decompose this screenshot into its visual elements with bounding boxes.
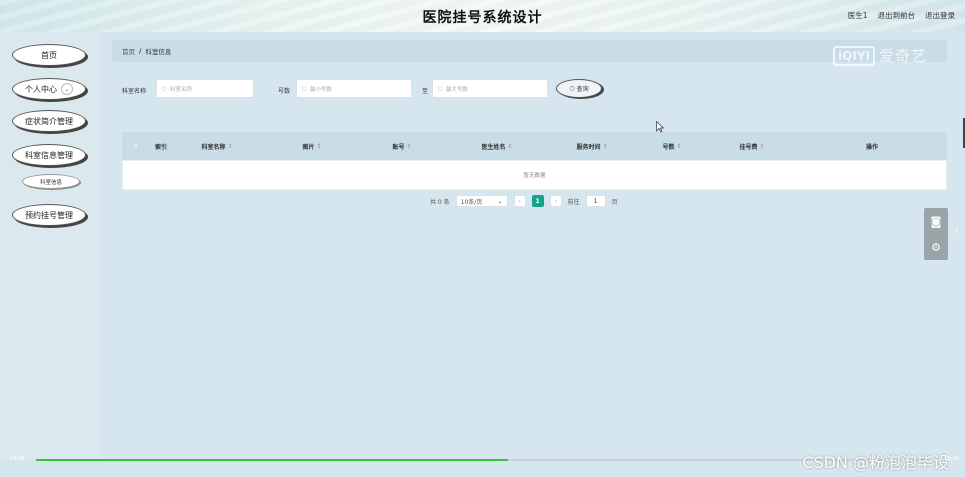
department-name-input[interactable]: ○ 科室名称 [156,79,254,98]
progress-fill [36,459,508,461]
empty-text: 暂无数据 [523,173,546,179]
sort-icon[interactable]: ⇕ [676,143,681,150]
count-label: 号数 [278,88,291,95]
sidebar-subitem-department-info[interactable]: 科室信息 [22,174,80,189]
breadcrumb-current: 科室信息 [145,48,172,56]
breadcrumb: 首页 / 科室信息 [112,40,947,62]
column-label: 索引 [154,143,167,151]
goto-prefix: 前往 [567,198,580,206]
column-label: 账号 [392,143,405,151]
total-count: 共 0 条 [430,198,450,206]
logout-link[interactable]: 退出登录 [925,10,955,21]
camera-icon[interactable]: ◙ [931,215,942,228]
table-header: 索引 科室名称 ⇕ 图片 ⇕ 账号 ⇕ 医生姓名 ⇕ 服务时间 ⇕ 号数 ⇕ 挂号费 ⇕ [122,132,947,160]
page-number-button[interactable]: 1 [531,195,544,207]
sidebar-item-symptom-management[interactable]: 症状简介管理 [12,110,86,132]
breadcrumb-separator: / [139,47,142,55]
column-label: 图片 [302,143,315,151]
min-count-input[interactable]: ○ 最小号数 [296,79,412,98]
goto-page-input[interactable]: 1 [585,195,606,207]
csdn-watermark: CSDN @粉泡泡毕设 [802,453,949,472]
column-doctor-name[interactable]: 医生姓名 ⇕ [452,132,542,160]
progress-track[interactable] [36,459,926,461]
column-count[interactable]: 号数 ⇕ [632,132,712,160]
max-count-placeholder: 最大号数 [445,86,468,93]
range-to-label: 至 [422,88,429,95]
column-department-name[interactable]: 科室名称 ⇕ [182,132,252,160]
sort-icon[interactable]: ⇕ [227,143,232,150]
column-label: 科室名称 [201,143,226,151]
chevron-down-icon[interactable]: ⌄ [61,83,73,95]
sort-icon[interactable]: ⇕ [316,143,321,150]
max-count-input[interactable]: ○ 最大号数 [432,79,548,98]
column-label: 操作 [865,143,878,151]
search-button-label: 查询 [576,86,589,93]
pagination: 共 0 条 10条/页 ⌄ ‹ 1 › 前往 1 页 [430,195,618,207]
page-size-select[interactable]: 10条/页 ⌄ [455,195,508,207]
chevron-left-icon[interactable]: ‹ [955,226,959,237]
min-count-placeholder: 最小号数 [309,86,332,93]
floating-toolbar: ◙ ⚙ [924,208,948,260]
main-content: 首页 / 科室信息 科室名称 ○ 科室名称 号数 ○ 最小号数 至 ○ 最大号数… [112,32,957,460]
page-size-value: 10条/页 [460,198,483,206]
sidebar-item-label: 科室信息管理 [25,150,73,160]
goto-suffix: 页 [611,198,618,206]
iqiyi-logo: iQIYI 爱奇艺 [833,45,927,66]
sidebar-item-label: 预约挂号管理 [25,210,73,220]
top-links: 医生1 退出到前台 退出登录 [848,10,955,21]
sidebar-item-label: 症状简介管理 [25,116,73,126]
prev-page-button[interactable]: ‹ [513,195,526,207]
column-label: 号数 [662,143,675,151]
column-service-time[interactable]: 服务时间 ⇕ [547,132,637,160]
user-name-link[interactable]: 医生1 [848,10,868,21]
sort-icon[interactable]: ⇕ [602,143,607,150]
table-empty-row: 暂无数据 [122,160,947,190]
department-table: 索引 科室名称 ⇕ 图片 ⇕ 账号 ⇕ 医生姓名 ⇕ 服务时间 ⇕ 号数 ⇕ 挂号费 ⇕ [122,132,947,190]
column-label: 医生姓名 [481,143,506,151]
sort-icon[interactable]: ⇕ [507,143,512,150]
column-label: 挂号费 [739,143,758,151]
current-time: 03:28 [10,456,25,462]
chevron-down-icon: ⌄ [497,197,503,205]
select-all-checkbox[interactable] [132,142,139,149]
exit-to-front-link[interactable]: 退出到前台 [878,10,916,21]
iqiyi-logo-box: iQIYI [833,45,875,66]
sidebar-item-label: 首页 [41,50,57,60]
sidebar-item-department-management[interactable]: 科室信息管理 [12,144,86,166]
search-icon: ○ [569,85,575,92]
sidebar-item-personal-center[interactable]: 个人中心 ⌄ [12,78,86,100]
column-fee[interactable]: 挂号费 ⇕ [712,132,792,160]
chevron-left-icon: ‹ [518,197,521,205]
sort-icon[interactable]: ⇕ [406,143,411,150]
sidebar: 首页 个人中心 ⌄ 症状简介管理 科室信息管理 科室信息 预约挂号管理 [0,32,102,460]
sort-icon[interactable]: ⇕ [759,143,764,150]
chevron-right-icon: › [554,197,557,205]
department-name-label: 科室名称 [122,88,147,95]
gear-icon[interactable]: ⚙ [931,241,941,254]
column-actions: 操作 [822,132,922,160]
next-page-button[interactable]: › [549,195,562,207]
department-name-placeholder: 科室名称 [169,86,192,93]
column-label: 服务时间 [576,143,601,151]
iqiyi-logo-text: 爱奇艺 [878,47,927,65]
search-icon: ○ [162,85,167,92]
column-account[interactable]: 账号 ⇕ [362,132,442,160]
search-button[interactable]: ○ 查询 [556,79,602,98]
app-title: 医院挂号系统设计 [422,10,543,26]
video-progress-bar: 03:28 CSDN @粉泡泡毕设 09:00 [0,447,965,477]
mouse-cursor-icon [656,121,664,133]
sidebar-item-label: 科室信息 [39,179,62,186]
column-index: 索引 [146,132,176,160]
column-image[interactable]: 图片 ⇕ [272,132,352,160]
search-icon: ○ [438,85,443,92]
sidebar-item-label: 个人中心 [25,84,57,94]
breadcrumb-home[interactable]: 首页 [122,46,135,56]
top-header: 医院挂号系统设计 医生1 退出到前台 退出登录 [0,0,965,32]
sidebar-item-home[interactable]: 首页 [12,44,86,66]
search-icon: ○ [302,85,307,92]
total-time: 09:00 [944,456,959,462]
sidebar-item-appointment-management[interactable]: 预约挂号管理 [12,204,86,226]
